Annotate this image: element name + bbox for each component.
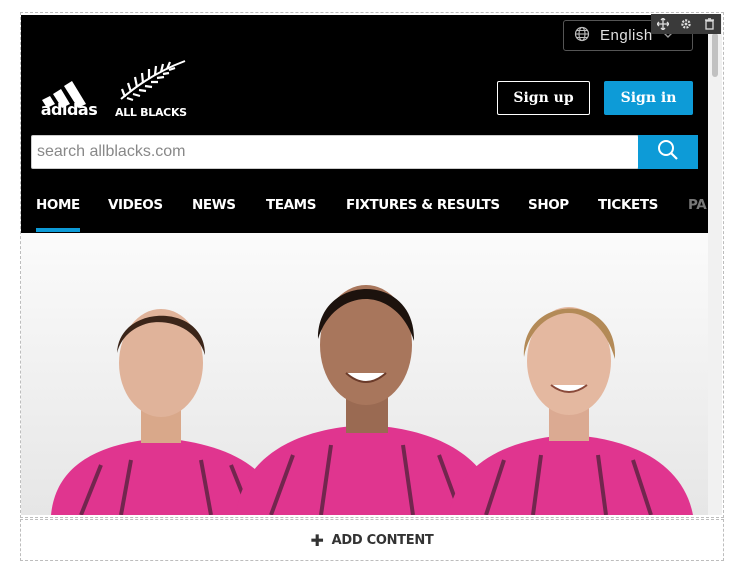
scrollbar[interactable] <box>708 15 722 515</box>
nav-item-home[interactable]: HOME <box>36 197 80 232</box>
widget-toolbar <box>651 14 721 34</box>
globe-icon <box>574 26 590 46</box>
language-label: English <box>600 27 653 44</box>
move-icon[interactable] <box>654 15 672 33</box>
nav-item-tickets[interactable]: TICKETS <box>598 197 658 213</box>
all-blacks-wordmark: ALL BLACKS <box>115 106 187 117</box>
search-icon <box>657 139 679 166</box>
gear-icon[interactable] <box>677 15 695 33</box>
adidas-wordmark: adidas <box>41 100 98 117</box>
adidas-logo[interactable]: adidas <box>36 72 102 119</box>
add-content-button[interactable]: ✚ ADD CONTENT <box>20 519 724 561</box>
trash-icon[interactable] <box>700 15 718 33</box>
nav-item-videos[interactable]: VIDEOS <box>108 197 163 213</box>
search-input[interactable]: search allblacks.com <box>31 135 639 169</box>
signup-button[interactable]: Sign up <box>497 81 590 115</box>
nav-item-shop[interactable]: SHOP <box>528 197 569 213</box>
nav-item-fixtures[interactable]: FIXTURES & RESULTS <box>346 197 500 213</box>
nav-item-news[interactable]: NEWS <box>192 197 236 213</box>
nav-item-teams[interactable]: TEAMS <box>266 197 316 213</box>
plus-icon: ✚ <box>310 530 324 550</box>
scrollbar-thumb[interactable] <box>712 33 718 77</box>
add-content-label: ADD CONTENT <box>331 532 434 548</box>
main-nav: HOME VIDEOS NEWS TEAMS FIXTURES & RESULT… <box>21 191 708 233</box>
site-preview: English adidas ALL BLACKS Sign up Sign i… <box>21 15 708 515</box>
all-blacks-logo[interactable]: ALL BLACKS <box>113 59 193 119</box>
nav-item-partial[interactable]: PA <box>688 197 707 213</box>
hero-image[interactable] <box>21 233 708 515</box>
signin-button[interactable]: Sign in <box>604 81 693 115</box>
search-button[interactable] <box>638 135 698 169</box>
